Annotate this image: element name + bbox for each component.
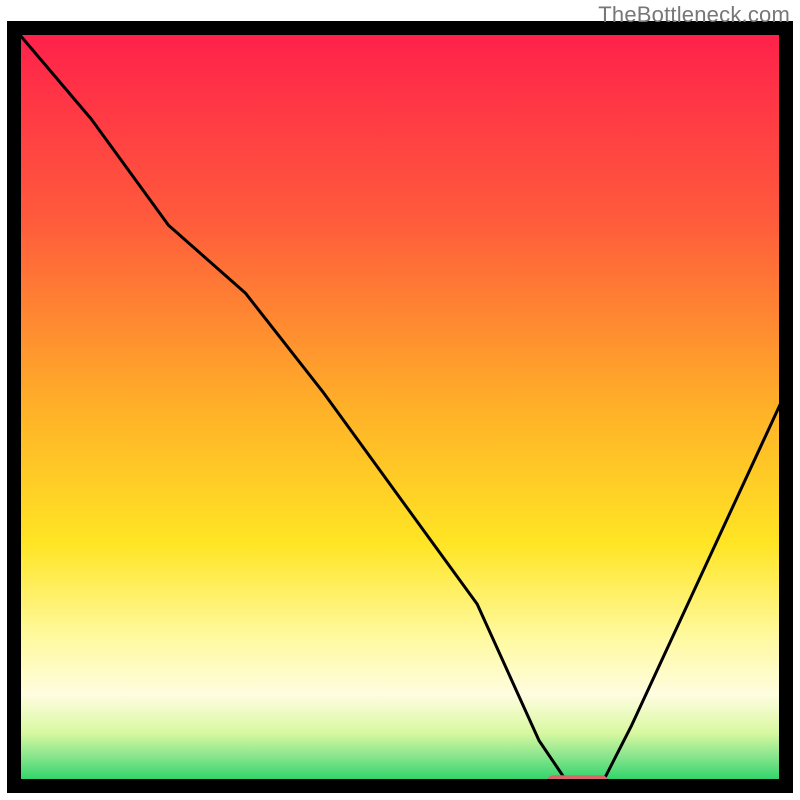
watermark-text: TheBottleneck.com <box>598 2 790 28</box>
chart-background-gradient <box>14 28 786 786</box>
bottleneck-chart: TheBottleneck.com <box>0 0 800 800</box>
chart-svg <box>0 0 800 800</box>
